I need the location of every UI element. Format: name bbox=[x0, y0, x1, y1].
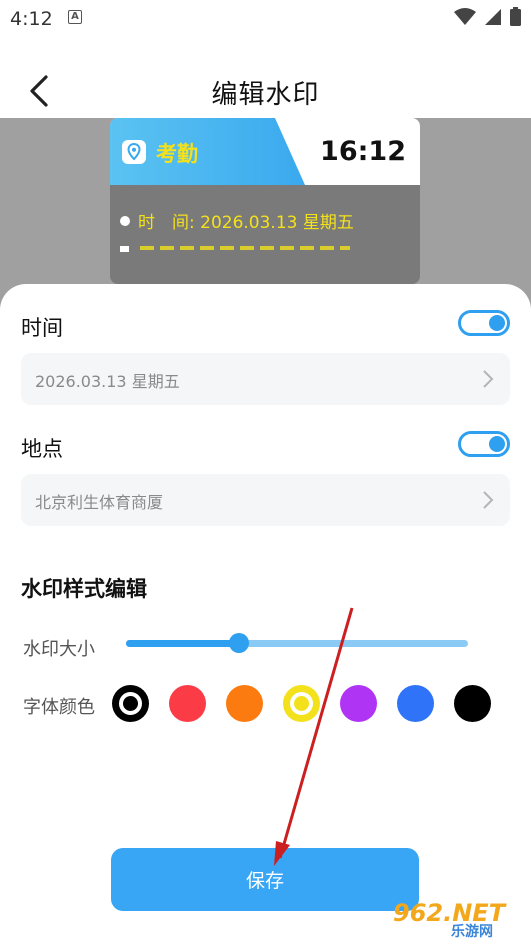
chevron-right-icon bbox=[483, 491, 494, 509]
color-swatch[interactable] bbox=[340, 685, 377, 722]
save-button[interactable]: 保存 bbox=[111, 848, 419, 911]
status-time: 4:12 bbox=[10, 8, 53, 30]
color-swatch[interactable] bbox=[112, 685, 149, 722]
watermark-card[interactable]: 考勤 16:12 时 间: 2026.03.13 星期五 bbox=[110, 118, 420, 284]
watermark-label: 考勤 bbox=[156, 142, 198, 166]
location-toggle[interactable] bbox=[458, 431, 510, 457]
color-swatch[interactable] bbox=[283, 685, 320, 722]
bullet-dot bbox=[120, 215, 130, 226]
color-swatch[interactable] bbox=[169, 685, 206, 722]
bullet-square bbox=[120, 246, 129, 252]
size-label: 水印大小 bbox=[23, 639, 95, 660]
app-header: 编辑水印 bbox=[0, 60, 531, 120]
color-swatch[interactable] bbox=[454, 685, 491, 722]
time-toggle[interactable] bbox=[458, 310, 510, 336]
location-pin-icon bbox=[122, 140, 146, 164]
location-value: 北京利生体育商厦 bbox=[35, 493, 164, 512]
watermark-time-text: 时 间: 2026.03.13 星期五 bbox=[138, 213, 354, 233]
battery-icon bbox=[510, 7, 521, 26]
color-swatch[interactable] bbox=[226, 685, 263, 722]
toggle-knob bbox=[489, 436, 505, 452]
color-swatches bbox=[112, 685, 491, 722]
status-icons bbox=[454, 7, 521, 26]
color-label: 字体颜色 bbox=[23, 697, 95, 718]
location-section-label: 地点 bbox=[21, 437, 63, 461]
site-logo-sub: 乐游网 bbox=[451, 924, 493, 940]
page-title: 编辑水印 bbox=[211, 80, 320, 110]
watermark-clock: 16:12 bbox=[320, 136, 406, 167]
notification-icon: A bbox=[68, 10, 82, 24]
watermark-location-row bbox=[120, 246, 350, 254]
chevron-right-icon bbox=[483, 370, 494, 388]
watermark-location-text-cut bbox=[140, 246, 350, 250]
style-section-title: 水印样式编辑 bbox=[21, 577, 147, 601]
edit-sheet: 时间 2026.03.13 星期五 地点 北京利生体育商厦 水印样式编辑 水印大… bbox=[0, 284, 531, 945]
wifi-icon bbox=[454, 7, 476, 25]
time-field[interactable]: 2026.03.13 星期五 bbox=[21, 353, 510, 405]
slider-fill bbox=[126, 640, 239, 647]
status-bar: 4:12 A bbox=[0, 0, 531, 38]
time-section-label: 时间 bbox=[21, 316, 63, 340]
time-value: 2026.03.13 星期五 bbox=[35, 372, 180, 391]
location-field[interactable]: 北京利生体育商厦 bbox=[21, 474, 510, 526]
toggle-knob bbox=[489, 315, 505, 331]
color-swatch[interactable] bbox=[397, 685, 434, 722]
slider-thumb[interactable] bbox=[228, 633, 249, 653]
watermark-time-row: 时 间: 2026.03.13 星期五 bbox=[120, 208, 354, 233]
site-logo: 962.NET 乐游网 bbox=[387, 895, 525, 941]
size-slider[interactable] bbox=[126, 633, 468, 653]
signal-icon bbox=[485, 8, 501, 25]
